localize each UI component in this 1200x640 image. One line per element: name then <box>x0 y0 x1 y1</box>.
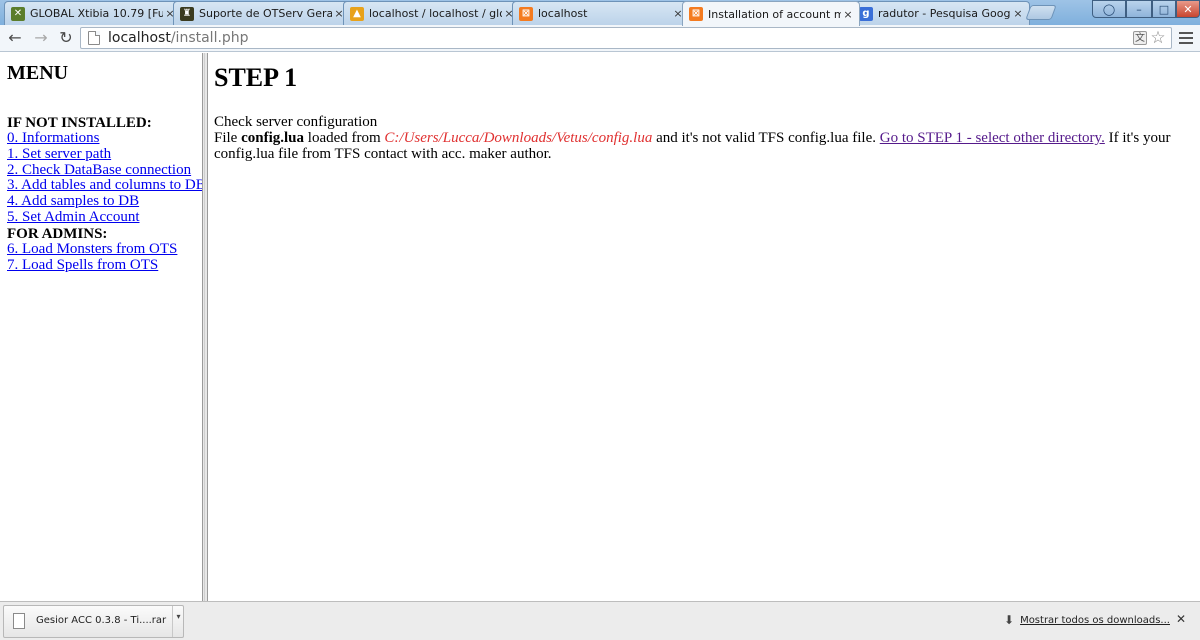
tab-installation[interactable]: ⊠ Installation of account ma × <box>682 1 860 26</box>
tab-label: radutor - Pesquisa Google <box>878 7 1011 20</box>
new-tab-button[interactable] <box>1025 5 1057 20</box>
menu-icon[interactable] <box>1178 30 1194 46</box>
section-for-admins: FOR ADMINS: <box>7 225 108 242</box>
page-icon <box>88 31 100 45</box>
translate-icon[interactable]: 文 <box>1133 31 1147 45</box>
tab-google-search[interactable]: g radutor - Pesquisa Google × <box>852 1 1030 25</box>
phpmyadmin-icon: ▲ <box>350 6 364 21</box>
download-arrow-icon: ⬇ <box>1004 613 1015 627</box>
select-directory-link[interactable]: Go to STEP 1 - select other directory. <box>880 130 1105 146</box>
download-item[interactable]: Gesior ACC 0.3.8 - Ti....rar ▾ <box>3 605 184 638</box>
file-prefix-text: File <box>214 130 242 146</box>
browser-toolbar: ← → ↻ localhost/install.php 文 ☆ <box>0 25 1200 52</box>
tab-suporte-otserv[interactable]: ♜ Suporte de OTServ Geral - × <box>173 1 351 25</box>
show-all-downloads-label: Mostrar todos os downloads... <box>1020 614 1170 626</box>
file-icon <box>13 613 25 629</box>
tab-localhost[interactable]: ⊠ localhost × <box>512 1 690 25</box>
close-icon[interactable]: × <box>1011 7 1025 20</box>
download-shelf: Gesior ACC 0.3.8 - Ti....rar ▾ ⬇ Mostrar… <box>0 601 1200 640</box>
tab-label: localhost <box>538 7 588 20</box>
menu-link-add-tables[interactable]: 3. Add tables and columns to DB <box>7 178 202 194</box>
menu-link-set-admin[interactable]: 5. Set Admin Account <box>7 209 202 226</box>
tab-global-xtibia[interactable]: ✕ GLOBAL Xtibia 10.79 [Full × <box>4 1 182 25</box>
x-logo-icon: ✕ <box>11 6 25 21</box>
content-frame: STEP 1 Check server configuration File c… <box>208 53 1200 601</box>
menu-link-load-spells[interactable]: 7. Load Spells from OTS <box>7 257 202 274</box>
tab-label: Installation of account ma <box>708 7 841 21</box>
forward-arrow-icon[interactable]: → <box>30 28 52 48</box>
chevron-down-icon[interactable]: ▾ <box>172 606 184 637</box>
page-title: STEP 1 <box>214 63 298 92</box>
config-message: Check server configuration File config.l… <box>214 114 1194 162</box>
loaded-from-text: loaded from <box>304 130 385 146</box>
not-valid-text: and it's not valid TFS config.lua file. <box>652 130 880 146</box>
xampp-icon: ⊠ <box>689 7 703 21</box>
xampp-icon: ⊠ <box>519 6 533 21</box>
maximize-button[interactable]: □ <box>1152 0 1176 18</box>
config-file-name: config.lua <box>241 130 305 146</box>
reload-icon[interactable]: ↻ <box>55 28 77 48</box>
section-not-installed: IF NOT INSTALLED: <box>7 115 152 131</box>
url-host: localhost <box>108 30 171 46</box>
otserv-icon: ♜ <box>180 6 194 21</box>
minimize-button[interactable]: – <box>1126 0 1152 18</box>
user-icon[interactable]: ◯ <box>1092 0 1126 18</box>
download-file-name: Gesior ACC 0.3.8 - Ti....rar <box>36 615 167 626</box>
tab-strip: ✕ GLOBAL Xtibia 10.79 [Full × ♜ Suporte … <box>0 0 1200 26</box>
config-file-path: C:/Users/Lucca/Downloads/Vetus/config.lu… <box>384 130 653 146</box>
tab-label: localhost / localhost / glob <box>369 7 502 20</box>
check-config-text: Check server configuration <box>214 114 378 130</box>
menu-link-add-samples[interactable]: 4. Add samples to DB <box>7 193 202 210</box>
menu-link-set-server-path[interactable]: 1. Set server path <box>7 146 202 163</box>
close-icon[interactable]: ✕ <box>1176 612 1186 626</box>
menu-link-check-database[interactable]: 2. Check DataBase connection <box>7 162 202 179</box>
bookmark-star-icon[interactable]: ☆ <box>1149 28 1167 48</box>
close-window-button[interactable]: ✕ <box>1176 0 1200 18</box>
tab-label: Suporte de OTServ Geral - <box>199 7 332 20</box>
menu-frame: MENU IF NOT INSTALLED: 0. Informations 1… <box>0 53 202 601</box>
menu-link-informations[interactable]: 0. Informations <box>7 130 202 147</box>
back-arrow-icon[interactable]: ← <box>4 28 26 48</box>
show-all-downloads-link[interactable]: ⬇ Mostrar todos os downloads... <box>1004 613 1170 627</box>
menu-link-load-monsters[interactable]: 6. Load Monsters from OTS <box>7 241 202 258</box>
tab-phpmyadmin[interactable]: ▲ localhost / localhost / glob × <box>343 1 521 25</box>
tab-label: GLOBAL Xtibia 10.79 [Full <box>30 7 163 20</box>
google-icon: g <box>859 6 873 21</box>
menu-title: MENU <box>7 62 69 84</box>
close-icon[interactable]: × <box>841 8 855 21</box>
address-bar[interactable]: localhost/install.php 文 ☆ <box>80 27 1172 49</box>
url-path: /install.php <box>170 30 249 46</box>
